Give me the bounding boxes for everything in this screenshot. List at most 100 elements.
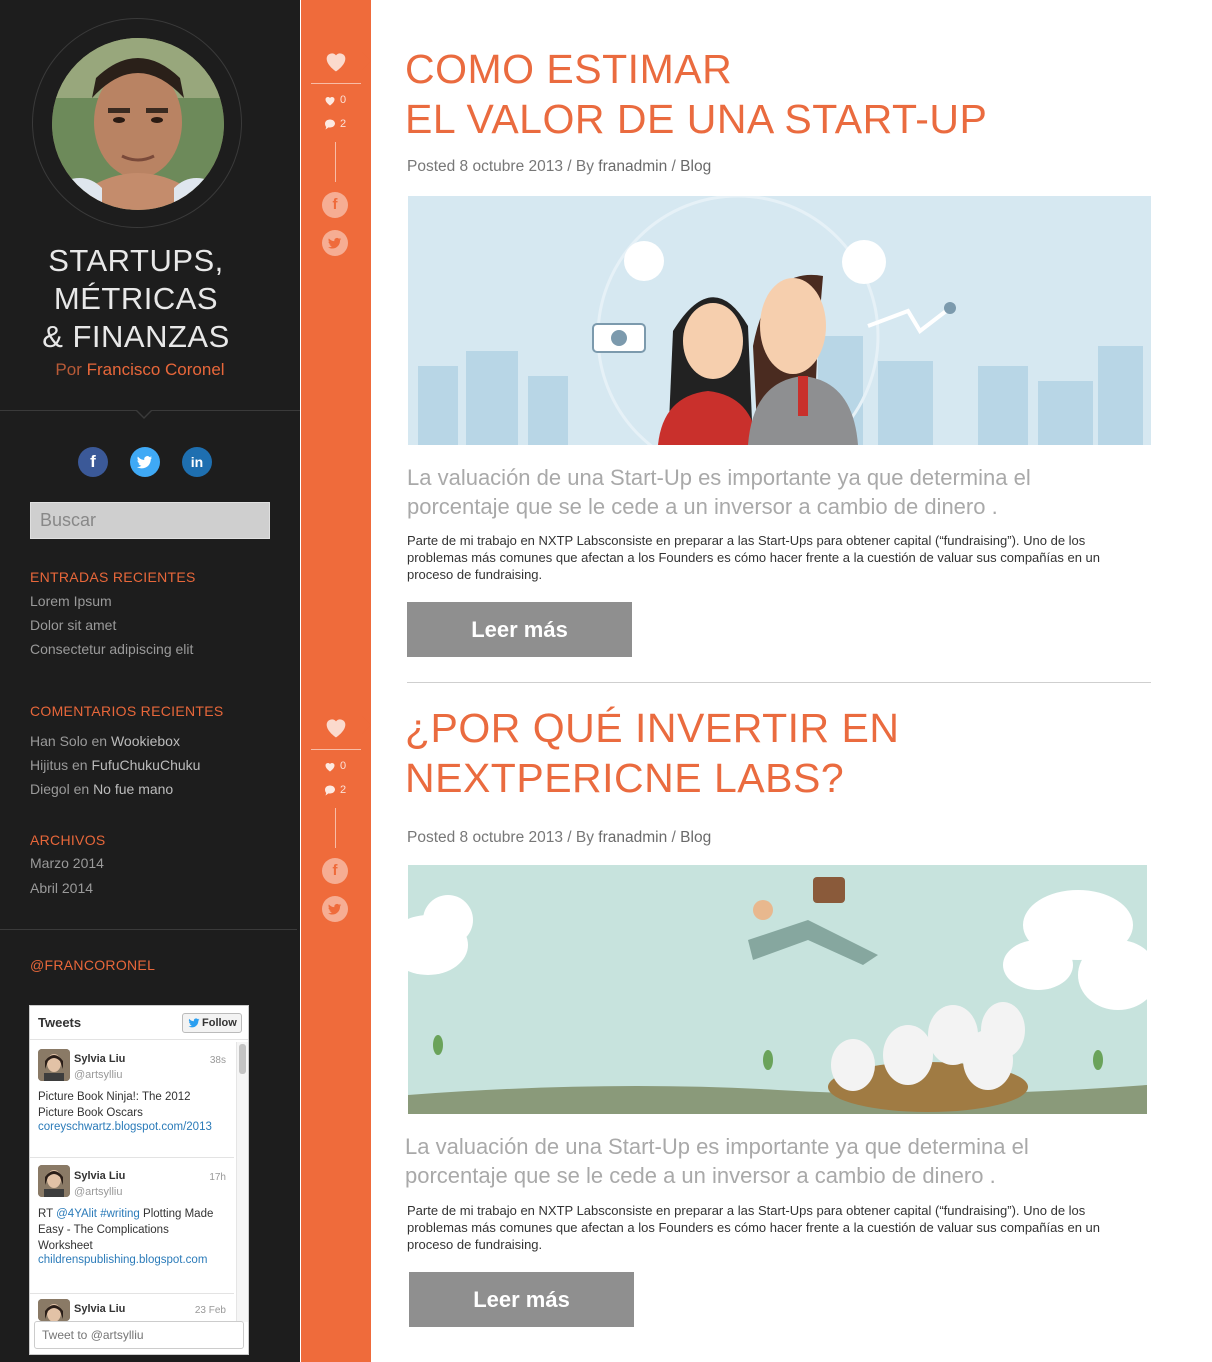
tweet-author-name[interactable]: Sylvia Liu <box>74 1053 125 1065</box>
recent-post-link[interactable]: Lorem Ipsum <box>30 593 112 609</box>
tweet-avatar[interactable] <box>38 1165 70 1197</box>
tweet-link[interactable]: childrenspublishing.blogspot.com <box>38 1254 222 1266</box>
tweet-text: RT @4YAlit #writing Plotting Made Easy -… <box>38 1206 224 1254</box>
comment-connector: en <box>91 733 108 749</box>
recent-post-link[interactable]: Consectetur adipiscing elit <box>30 641 193 657</box>
tweet-text: Picture Book Ninja!: The 2012 Picture Bo… <box>38 1091 191 1119</box>
tweet[interactable]: Sylvia Liu @artsylliu 38s Picture Book N… <box>30 1041 234 1158</box>
comment-post-link[interactable]: FufuChukuChuku <box>91 757 200 773</box>
heart-small-icon <box>325 96 335 106</box>
like-count[interactable]: 0 <box>324 760 346 772</box>
twitter-widget: Tweets Follow Sylvia Liu @artsylliu 38s … <box>29 1005 249 1355</box>
twitter-icon[interactable] <box>130 447 160 477</box>
tweet-time[interactable]: 38s <box>210 1055 226 1066</box>
scrollbar-thumb[interactable] <box>239 1044 246 1074</box>
post-category-link[interactable]: Blog <box>680 829 711 846</box>
read-more-button[interactable]: Leer más <box>407 602 632 657</box>
comment-author: Han Solo <box>30 733 88 749</box>
read-more-button[interactable]: Leer más <box>409 1272 634 1327</box>
tweet-avatar[interactable] <box>38 1049 70 1081</box>
tweet-time[interactable]: 17h <box>209 1172 226 1183</box>
share-facebook-icon[interactable]: f <box>322 858 348 884</box>
post-date: Posted 8 octubre 2013 / By <box>407 829 594 846</box>
like-count[interactable]: 0 <box>324 94 346 106</box>
share-twitter-icon[interactable] <box>322 230 348 256</box>
tweet-rt: RT <box>38 1208 53 1220</box>
comment-author: Diegol <box>30 781 70 797</box>
byline-author-link[interactable]: Francisco Coronel <box>87 360 225 379</box>
tweet-author-name[interactable]: Sylvia Liu <box>74 1170 125 1182</box>
post-author-link[interactable]: franadmin <box>598 158 667 175</box>
divider <box>0 929 297 930</box>
post-meta-sep: / <box>671 158 676 175</box>
twitter-bird-icon <box>188 1018 200 1028</box>
post-category-link[interactable]: Blog <box>680 158 711 175</box>
post-meta: Posted 8 octubre 2013 / By franadmin / B… <box>407 158 711 176</box>
post-image[interactable] <box>408 196 1151 445</box>
comment-bubble-icon <box>325 785 335 796</box>
tweet-avatar[interactable] <box>38 1299 70 1321</box>
post-image[interactable] <box>408 865 1147 1114</box>
archive-link[interactable]: Abril 2014 <box>30 880 93 896</box>
post-meta-sep: / <box>671 829 676 846</box>
byline: Por Francisco Coronel <box>0 360 280 380</box>
tweet-time[interactable]: 23 Feb <box>195 1305 226 1316</box>
tweet[interactable]: Sylvia Liu @artsylliu 17h RT @4YAlit #wr… <box>30 1159 234 1294</box>
comment-connector: en <box>73 781 90 797</box>
twitter-widget-title: Tweets <box>38 1015 82 1030</box>
comment-post-link[interactable]: Wookiebox <box>111 733 180 749</box>
post-title-line: COMO ESTIMAR <box>405 46 733 92</box>
post-title-line: NEXTPERICNE LABS? <box>405 755 845 801</box>
strip-vline <box>335 808 336 848</box>
tweet-link[interactable]: coreyschwartz.blogspot.com/2013 <box>38 1121 222 1133</box>
post-title-line: EL VALOR DE UNA START-UP <box>405 96 988 142</box>
strip-divider <box>311 83 361 84</box>
tweet-compose-input[interactable] <box>34 1321 244 1349</box>
recent-posts-title: ENTRADAS RECIENTES <box>30 569 196 585</box>
comment-count[interactable]: 2 <box>324 784 346 796</box>
strip-divider <box>311 749 361 750</box>
strip-notch <box>362 52 371 70</box>
recent-post-link[interactable]: Dolor sit amet <box>30 617 116 633</box>
tweet-author-handle[interactable]: @artsylliu <box>74 1186 122 1198</box>
post-excerpt-body: Parte de mi trabajo en NXTP Labsconsiste… <box>407 1203 1100 1252</box>
post-title-link[interactable]: ¿POR QUÉ INVERTIR EN NEXTPERICNE LABS? <box>405 703 1165 803</box>
post-separator <box>407 682 1151 683</box>
share-twitter-icon[interactable] <box>322 896 348 922</box>
linkedin-icon[interactable]: in <box>182 447 212 477</box>
heart-small-icon <box>325 762 335 772</box>
comment-connector: en <box>72 757 88 773</box>
follow-label: Follow <box>202 1017 237 1029</box>
facebook-icon[interactable]: f <box>78 447 108 477</box>
heart-icon[interactable] <box>322 713 350 741</box>
post-title-line: ¿POR QUÉ INVERTIR EN <box>405 705 900 751</box>
share-facebook-icon[interactable]: f <box>322 192 348 218</box>
search-input[interactable] <box>30 502 270 539</box>
tweets-scrollbar[interactable] <box>236 1042 248 1322</box>
post-excerpt-lead: La valuación de una Start-Up es importan… <box>405 1134 1029 1188</box>
recent-comment: Han Solo en Wookiebox <box>30 733 180 749</box>
site-title: STARTUPS, MÉTRICAS & FINANZAS <box>0 242 272 356</box>
tweet-author-handle[interactable]: @artsylliu <box>74 1069 122 1081</box>
strip-notch <box>362 716 371 734</box>
comment-post-link[interactable]: No fue mano <box>93 781 173 797</box>
recent-comments-title: COMENTARIOS RECIENTES <box>30 703 224 719</box>
post-title-link[interactable]: COMO ESTIMAR EL VALOR DE UNA START-UP <box>405 44 1165 144</box>
twitter-handle-title[interactable]: @FRANCORONEL <box>30 957 155 973</box>
like-count-value: 0 <box>340 94 347 106</box>
avatar <box>52 38 224 210</box>
heart-icon[interactable] <box>322 47 350 75</box>
comment-count-value: 2 <box>340 118 347 130</box>
recent-comment: Diegol en No fue mano <box>30 781 173 797</box>
site-title-line: STARTUPS, <box>48 243 224 278</box>
comment-count[interactable]: 2 <box>324 118 346 130</box>
site-title-line: & FINANZAS <box>42 319 230 354</box>
follow-button[interactable]: Follow <box>182 1013 242 1033</box>
tweet-author-name[interactable]: Sylvia Liu <box>74 1303 125 1315</box>
sidebar: STARTUPS, MÉTRICAS & FINANZAS Por Franci… <box>0 0 300 1362</box>
post-meta: Posted 8 octubre 2013 / By franadmin / B… <box>407 829 711 847</box>
tweet-mention[interactable]: @4YAlit <box>56 1208 97 1220</box>
post-author-link[interactable]: franadmin <box>598 829 667 846</box>
archive-link[interactable]: Marzo 2014 <box>30 855 104 871</box>
tweet-hashtag[interactable]: #writing <box>100 1208 140 1220</box>
